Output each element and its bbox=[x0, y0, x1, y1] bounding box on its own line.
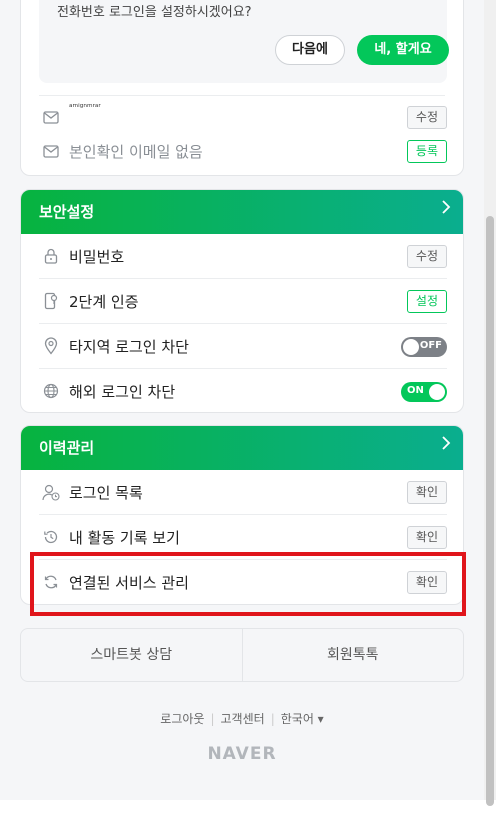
region-block-toggle[interactable]: OFF bbox=[401, 337, 447, 357]
two-step-row: 2단계 인증 설정 bbox=[21, 279, 463, 324]
view-activity-log-button[interactable]: 확인 bbox=[406, 526, 447, 549]
separator: | bbox=[210, 712, 215, 726]
logout-link[interactable]: 로그아웃 bbox=[160, 710, 204, 727]
security-settings-card: 보안설정 비밀번호 수정 2단계 인증 설정 타지역 로그인 차단 OFF 해외… bbox=[20, 189, 464, 413]
overseas-block-row: 해외 로그인 차단 ON bbox=[21, 369, 463, 412]
security-settings-header[interactable]: 보안설정 bbox=[21, 190, 463, 234]
naver-logo: NAVER bbox=[207, 744, 277, 764]
toggle-knob bbox=[429, 384, 445, 400]
email-address: ᵃᵐⁱᵍⁿᵐʳᵃʳ bbox=[69, 103, 101, 113]
login-list-label: 로그인 목록 bbox=[69, 484, 143, 502]
history-icon bbox=[41, 527, 61, 547]
activity-log-label: 내 활동 기록 보기 bbox=[69, 529, 180, 547]
user-clock-icon bbox=[41, 482, 61, 502]
security-settings-title: 보안설정 bbox=[39, 203, 95, 221]
later-button[interactable]: 다음에 bbox=[275, 35, 345, 65]
toggle-state: ON bbox=[407, 385, 424, 396]
connected-services-label: 연결된 서비스 관리 bbox=[69, 574, 189, 592]
history-management-header[interactable]: 이력관리 bbox=[21, 426, 463, 470]
view-login-list-button[interactable]: 확인 bbox=[406, 481, 447, 504]
chevron-right-icon bbox=[441, 435, 451, 456]
edit-email-button[interactable]: 수정 bbox=[406, 106, 447, 129]
mail-icon bbox=[41, 107, 61, 127]
footer-links: 로그아웃 | 고객센터 | 한국어 ▾ bbox=[0, 710, 484, 727]
two-step-label: 2단계 인증 bbox=[69, 293, 139, 311]
phone-login-message: 전화번호 로그인을 설정하시겠어요? bbox=[57, 5, 252, 20]
mail-icon bbox=[41, 141, 61, 161]
edit-password-button[interactable]: 수정 bbox=[406, 245, 447, 268]
overseas-block-label: 해외 로그인 차단 bbox=[69, 383, 176, 401]
smartbot-button[interactable]: 스마트봇 상담 bbox=[21, 629, 242, 681]
customer-center-link[interactable]: 고객센터 bbox=[221, 710, 265, 727]
phone-key-icon bbox=[41, 291, 61, 311]
setup-two-step-button[interactable]: 설정 bbox=[406, 290, 447, 313]
region-block-row: 타지역 로그인 차단 OFF bbox=[21, 324, 463, 369]
toggle-knob bbox=[403, 339, 419, 355]
contact-info-card: 전화번호 로그인을 설정하시겠어요? 다음에 네, 할게요 ᵃᵐⁱᵍⁿᵐʳᵃʳ … bbox=[20, 0, 464, 176]
password-label: 비밀번호 bbox=[69, 248, 125, 266]
lock-icon bbox=[41, 246, 61, 266]
history-management-card: 이력관리 로그인 목록 확인 내 활동 기록 보기 확인 연결된 서비스 관리 … bbox=[20, 425, 464, 605]
history-management-title: 이력관리 bbox=[39, 439, 95, 457]
location-pin-icon bbox=[41, 336, 61, 356]
toggle-state: OFF bbox=[419, 340, 442, 351]
scrollbar-thumb[interactable] bbox=[486, 216, 494, 806]
refresh-icon bbox=[41, 572, 61, 592]
footer-buttons: 스마트봇 상담 회원톡톡 bbox=[20, 628, 464, 682]
yes-button[interactable]: 네, 할게요 bbox=[357, 35, 449, 65]
chevron-right-icon bbox=[441, 199, 451, 220]
password-row: 비밀번호 수정 bbox=[21, 234, 463, 279]
connected-services-row: 연결된 서비스 관리 확인 bbox=[21, 560, 463, 604]
talktalk-button[interactable]: 회원톡톡 bbox=[243, 629, 464, 681]
overseas-block-toggle[interactable]: ON bbox=[401, 382, 447, 402]
region-block-label: 타지역 로그인 차단 bbox=[69, 338, 189, 356]
activity-log-row: 내 활동 기록 보기 확인 bbox=[21, 515, 463, 560]
login-list-row: 로그인 목록 확인 bbox=[21, 470, 463, 515]
verification-email-label: 본인확인 이메일 없음 bbox=[69, 143, 203, 161]
language-select[interactable]: 한국어 ▾ bbox=[281, 710, 324, 727]
verification-email-row: 본인확인 이메일 없음 등록 bbox=[21, 129, 463, 174]
phone-login-prompt: 전화번호 로그인을 설정하시겠어요? 다음에 네, 할게요 bbox=[39, 0, 449, 83]
separator: | bbox=[270, 712, 275, 726]
globe-icon bbox=[41, 381, 61, 401]
register-email-button[interactable]: 등록 bbox=[406, 140, 447, 163]
view-connected-services-button[interactable]: 확인 bbox=[406, 571, 447, 594]
